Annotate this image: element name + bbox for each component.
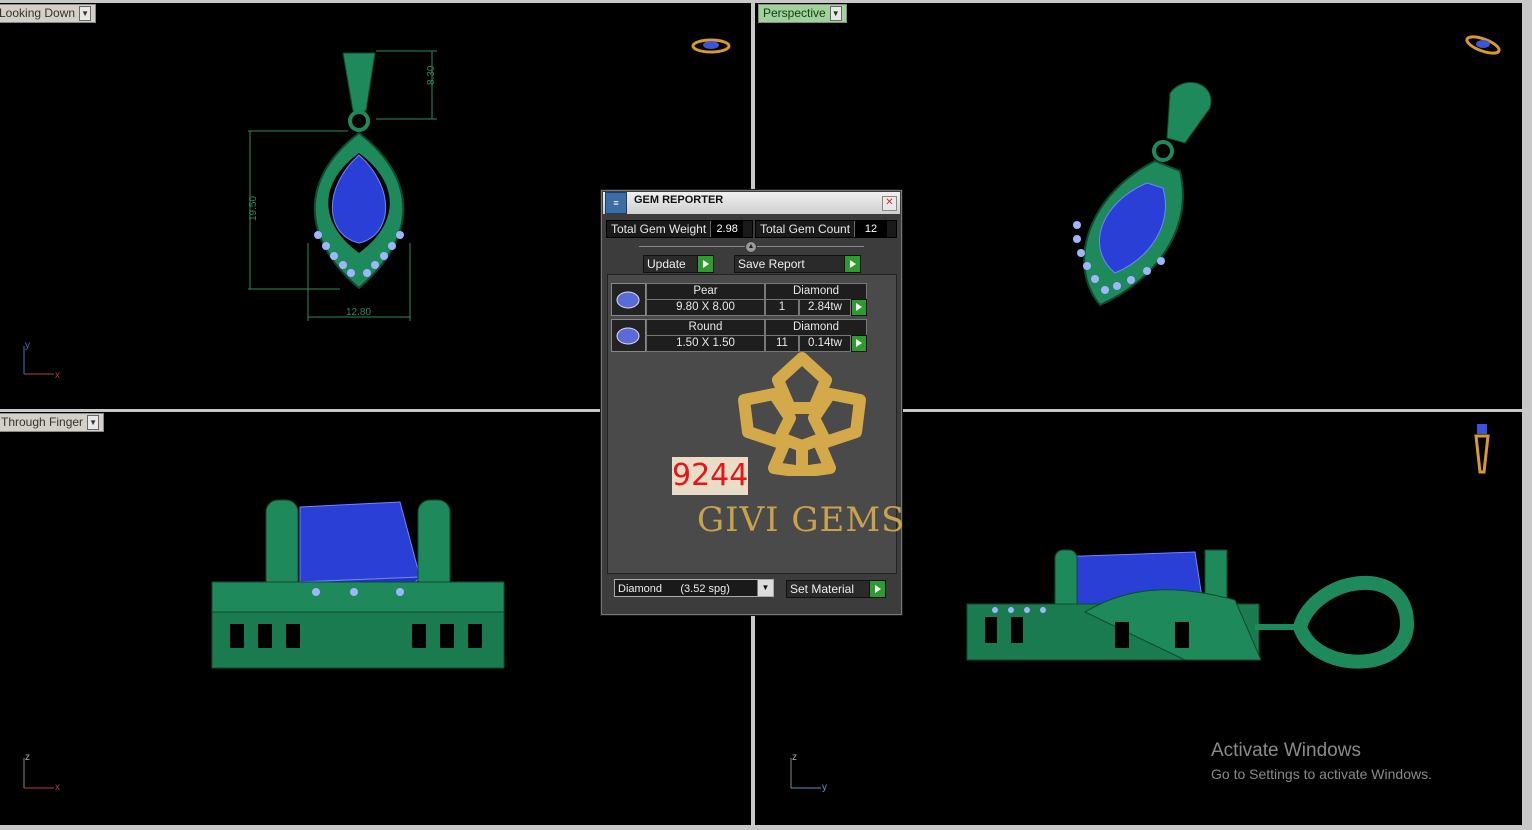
close-icon[interactable]: ✕ — [882, 196, 897, 211]
gem-count: 1 — [765, 299, 799, 316]
axis-indicator: y x — [23, 340, 60, 380]
gem-row-round[interactable]: Round Diamond 1.50 X 1.50 11 0.14tw — [611, 319, 867, 352]
dialog-title: GEM REPORTER — [634, 194, 724, 206]
total-gem-weight-value: 2.98 — [710, 221, 744, 237]
gem-weight: 2.84tw — [799, 299, 851, 316]
axis-indicator: z y — [790, 752, 827, 793]
gem-row-pear[interactable]: Pear Diamond 9.80 X 8.00 1 2.84tw — [611, 283, 867, 316]
activate-windows-title: Activate Windows — [1211, 740, 1361, 761]
axis-indicator: z x — [23, 752, 60, 793]
gem-shape: Pear — [646, 283, 765, 300]
watermark-brand: GIVI GEMS — [697, 500, 906, 540]
svg-text:y: y — [822, 782, 827, 793]
play-arrow-icon — [844, 256, 860, 272]
total-gem-weight-label: Total Gem Weight — [611, 222, 707, 236]
play-arrow-icon — [697, 256, 713, 272]
play-arrow-icon[interactable] — [851, 299, 867, 316]
svg-text:x: x — [55, 370, 60, 380]
svg-text:z: z — [25, 752, 30, 763]
save-report-button-label: Save Report — [738, 257, 805, 271]
update-button[interactable]: Update — [643, 255, 714, 273]
set-material-button-label: Set Material — [790, 582, 855, 596]
dim-height: 8.30 — [426, 65, 437, 85]
gem-shape: Round — [646, 319, 765, 336]
dim-length: 19.50 — [248, 196, 259, 221]
givi-gems-logo — [738, 352, 866, 476]
total-gem-count: Total Gem Count 12 — [755, 220, 897, 238]
gem-thumbnail-icon — [611, 319, 646, 352]
watermark-number: 9244 — [672, 457, 749, 495]
total-gem-count-value: 12 — [854, 221, 888, 237]
activate-windows-notice: Activate Windows Go to Settings to activ… — [1211, 740, 1432, 782]
collapse-toggle-icon[interactable]: ▲ — [745, 241, 757, 253]
dim-width: 12.80 — [346, 307, 371, 318]
save-report-button[interactable]: Save Report — [734, 255, 861, 273]
svg-text:x: x — [55, 782, 60, 793]
set-material-button[interactable]: Set Material — [786, 580, 886, 598]
chevron-down-icon[interactable]: ▼ — [757, 580, 773, 596]
material-select[interactable]: Diamond (3.52 spg) ▼ — [614, 579, 774, 597]
play-arrow-icon — [869, 581, 885, 597]
svg-text:z: z — [792, 752, 797, 763]
total-gem-weight: Total Gem Weight 2.98 — [606, 220, 753, 238]
dialog-titlebar[interactable]: ≡ GEM REPORTER ✕ — [603, 192, 900, 214]
total-gem-count-label: Total Gem Count — [760, 222, 851, 236]
svg-text:y: y — [25, 340, 30, 351]
app-logo-icon: ≡ — [605, 192, 627, 214]
gem-size: 9.80 X 8.00 — [646, 299, 765, 316]
gem-material: Diamond — [765, 283, 867, 300]
material-select-value: Diamond (3.52 spg) — [618, 583, 730, 595]
update-button-label: Update — [647, 257, 686, 271]
activate-windows-subtitle: Go to Settings to activate Windows. — [1211, 766, 1432, 782]
gem-material: Diamond — [765, 319, 867, 336]
gem-thumbnail-icon — [611, 283, 646, 316]
